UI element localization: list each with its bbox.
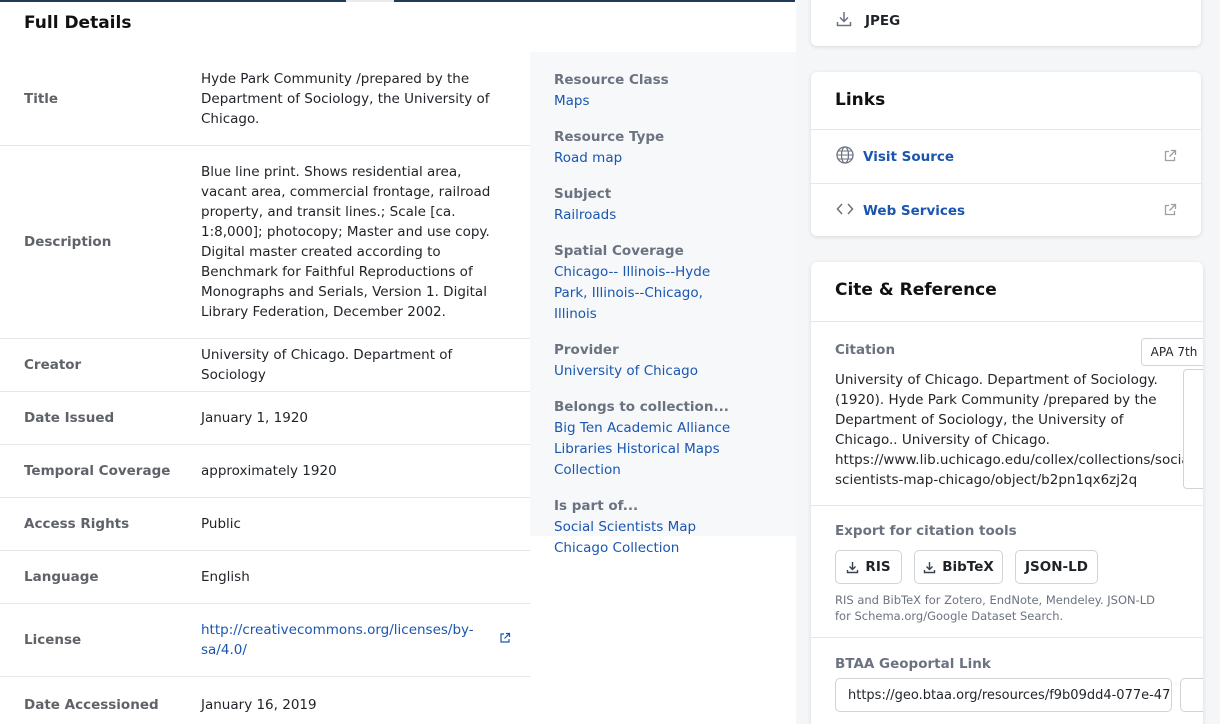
meta-resource-type: Resource Type Road map: [554, 127, 796, 168]
row-value: Public: [201, 516, 241, 532]
details-row-temporal-coverage: Temporal Coverage approximately 1920: [0, 445, 530, 498]
download-icon: [924, 561, 936, 573]
download-icon: [847, 561, 859, 573]
row-label: Date Issued: [24, 410, 115, 426]
row-label: Creator: [24, 357, 82, 373]
details-row-date-issued: Date Issued January 1, 1920: [0, 392, 530, 445]
download-icon: [835, 10, 853, 32]
meta-label: Spatial Coverage: [554, 243, 684, 259]
export-bibtex-label: BibTeX: [942, 559, 994, 575]
row-label: Title: [24, 90, 59, 107]
links-heading: Links: [835, 90, 886, 110]
details-row-license: License http://creativecommons.org/licen…: [0, 604, 530, 677]
geoportal-link-input[interactable]: https://geo.btaa.org/resources/f9b09dd4-…: [835, 678, 1172, 712]
geoportal-link-label: BTAA Geoportal Link: [835, 656, 991, 672]
details-row-creator: Creator University of Chicago. Departmen…: [0, 339, 530, 392]
copy-citation-button[interactable]: [1183, 369, 1203, 489]
web-services-label: Web Services: [863, 202, 966, 219]
row-value: English: [201, 569, 250, 585]
cite-reference-card: Cite & Reference Citation APA 7th Univer…: [811, 262, 1203, 724]
export-bibtex-button[interactable]: BibTeX: [914, 550, 1003, 584]
sidebar: JPEG Links Visit Source Web Services Cit…: [796, 0, 1220, 724]
code-icon: [835, 199, 855, 223]
divider: [811, 321, 1203, 322]
row-value: Blue line print. Shows residential area,…: [201, 164, 491, 320]
metadata-panel: Resource Class Maps Resource Type Road m…: [530, 52, 796, 556]
external-link-icon: [1163, 202, 1177, 221]
row-label: Date Accessioned: [24, 697, 159, 713]
row-label: Temporal Coverage: [24, 463, 171, 479]
main-content: Full Details Title Hyde Park Community /…: [0, 0, 796, 724]
meta-link[interactable]: Social Scientists Map Chicago Collection: [554, 519, 696, 556]
export-ris-button[interactable]: RIS: [835, 550, 902, 584]
citation-label: Citation: [835, 342, 896, 358]
divider: [811, 637, 1203, 638]
meta-link[interactable]: Road map: [554, 150, 622, 166]
web-services-link[interactable]: Web Services: [811, 184, 1201, 236]
row-value: Hyde Park Community /prepared by the Dep…: [201, 70, 490, 127]
details-row-title: Title Hyde Park Community /prepared by t…: [0, 52, 530, 146]
export-ris-label: RIS: [865, 559, 891, 575]
meta-label: Subject: [554, 186, 612, 202]
license-link[interactable]: http://creativecommons.org/licenses/by-s…: [201, 620, 474, 660]
meta-is-part-of: Is part of... Social Scientists Map Chic…: [554, 496, 796, 558]
row-label: Language: [24, 569, 99, 585]
row-label: Description: [24, 234, 112, 250]
row-label: Access Rights: [24, 516, 130, 532]
meta-label: Belongs to collection...: [554, 399, 729, 415]
row-label: License: [24, 632, 82, 648]
meta-label: Is part of...: [554, 498, 639, 514]
details-row-language: Language English: [0, 551, 530, 604]
details-row-access-rights: Access Rights Public: [0, 498, 530, 551]
visit-source-link[interactable]: Visit Source: [811, 130, 1201, 183]
export-jsonld-label: JSON-LD: [1025, 559, 1088, 575]
meta-subject: Subject Railroads: [554, 184, 796, 225]
cite-heading: Cite & Reference: [835, 280, 997, 300]
meta-provider: Provider University of Chicago: [554, 340, 796, 381]
meta-spatial-coverage: Spatial Coverage Chicago-- Illinois--Hyd…: [554, 241, 796, 324]
meta-label: Resource Class: [554, 72, 669, 88]
globe-icon: [835, 145, 855, 169]
details-row-description: Description Blue line print. Shows resid…: [0, 146, 530, 339]
details-row-date-accessioned: Date Accessioned January 16, 2019: [0, 677, 530, 724]
external-link-icon: [1163, 148, 1177, 167]
export-jsonld-button[interactable]: JSON-LD: [1015, 550, 1098, 584]
license-value: http://creativecommons.org/licenses/by-s…: [201, 620, 511, 660]
row-value: University of Chicago. Department of Soc…: [201, 347, 453, 383]
full-details-heading: Full Details: [24, 13, 132, 33]
meta-link[interactable]: Chicago-- Illinois--Hyde Park, Illinois-…: [554, 264, 710, 322]
meta-resource-class: Resource Class Maps: [554, 70, 796, 111]
meta-link[interactable]: Railroads: [554, 207, 616, 223]
meta-label: Provider: [554, 342, 619, 358]
export-note: RIS and BibTeX for Zotero, EndNote, Mend…: [835, 593, 1156, 623]
meta-link[interactable]: Maps: [554, 93, 590, 109]
external-link-icon[interactable]: [499, 630, 511, 650]
citation-style-select[interactable]: APA 7th: [1141, 338, 1203, 366]
row-value: approximately 1920: [201, 463, 337, 479]
copy-link-button[interactable]: [1180, 678, 1203, 712]
meta-link[interactable]: University of Chicago: [554, 363, 698, 379]
row-value: January 1, 1920: [201, 410, 308, 426]
download-jpeg-item[interactable]: JPEG: [835, 10, 900, 32]
visit-source-label: Visit Source: [863, 148, 955, 165]
citation-text: University of Chicago. Department of Soc…: [835, 372, 1199, 488]
divider: [811, 505, 1203, 506]
meta-collection: Belongs to collection... Big Ten Academi…: [554, 397, 796, 480]
details-table: Title Hyde Park Community /prepared by t…: [0, 52, 530, 724]
row-value: January 16, 2019: [201, 697, 317, 713]
meta-label: Resource Type: [554, 129, 665, 145]
download-jpeg-label: JPEG: [865, 13, 901, 29]
meta-link[interactable]: Big Ten Academic Alliance Libraries Hist…: [554, 420, 730, 478]
export-label: Export for citation tools: [835, 523, 1017, 539]
links-card: Links Visit Source Web Services: [811, 72, 1201, 236]
downloads-card: JPEG: [811, 0, 1201, 46]
